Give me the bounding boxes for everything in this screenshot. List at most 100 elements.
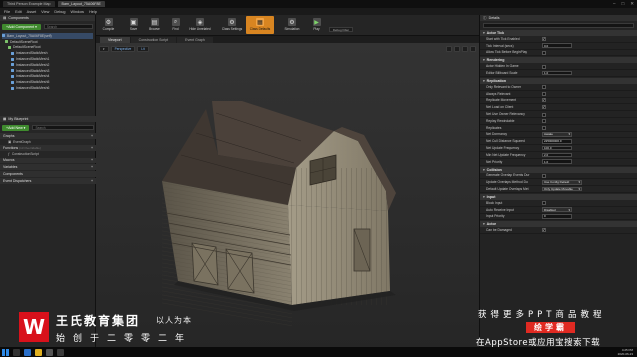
property-number-input[interactable]: 1.0 (542, 159, 572, 164)
property-number-input[interactable]: 100.0 (542, 145, 572, 151)
mesh-icon (11, 57, 14, 61)
translate-tool[interactable] (446, 46, 452, 52)
property-label: Default Update Overlaps Met (486, 187, 529, 192)
collapse-arrow-icon[interactable]: ▾ (483, 195, 485, 199)
lit-button[interactable]: Lit (137, 46, 149, 52)
property-checkbox[interactable]: ✓ (542, 228, 546, 233)
system-tray[interactable]: 4:25 PM 2020-06-23 (618, 348, 633, 356)
property-checkbox[interactable] (542, 201, 546, 206)
rotate-tool[interactable] (454, 46, 460, 52)
property-checkbox[interactable] (542, 112, 546, 117)
property-checkbox[interactable] (542, 126, 546, 131)
viewport-options-button[interactable]: ▾ (99, 46, 109, 52)
add-graph-icon[interactable]: + (91, 134, 93, 138)
property-checkbox[interactable]: ✓ (542, 98, 546, 103)
list-item-event-graph[interactable]: ▣ EventGraph (0, 139, 96, 145)
property-label: Net Cull Distance Squared (486, 139, 525, 144)
menu-debug[interactable]: Debug (54, 10, 65, 14)
save-icon: ▣ (129, 18, 138, 26)
simulation-icon: ⚙ (288, 18, 296, 26)
property-row: Replay Rewindable (480, 118, 637, 125)
menu-edit[interactable]: Edit (15, 10, 22, 14)
property-checkbox[interactable] (542, 85, 546, 90)
property-dropdown[interactable]: Only Update Movable ▾ (542, 186, 582, 192)
camera-speed[interactable] (470, 46, 476, 52)
section-variables[interactable]: Variables + (0, 164, 96, 171)
components-search-input[interactable]: Search (43, 24, 93, 29)
find-button[interactable]: ⌕ Find (165, 16, 186, 34)
add-new-button[interactable]: +Add New ▾ (2, 124, 30, 131)
edge-icon[interactable] (24, 348, 31, 356)
category-label: Collision (486, 167, 502, 172)
property-dropdown[interactable]: Awake ▾ (542, 132, 572, 137)
list-item-construction-script[interactable]: ƒ ConstructionScript (0, 151, 96, 157)
property-row: Replicates (480, 125, 637, 132)
property-value: Only Update Movable (544, 187, 573, 192)
store-icon[interactable] (46, 348, 53, 356)
my-blueprint-search-input[interactable]: Search (32, 125, 94, 130)
debug-filter-select[interactable]: Debug Filter (329, 27, 353, 32)
section-event-dispatchers[interactable]: Event Dispatchers + (0, 177, 96, 184)
browse-button[interactable]: ▤ Browse (144, 16, 165, 34)
save-button[interactable]: ▣ Save (123, 16, 144, 34)
tree-item-label: InstancedStaticMesh2 (16, 62, 50, 67)
property-number-input[interactable]: 1.0 (542, 70, 572, 76)
tree-item[interactable]: InstancedStaticMesh6 (2, 85, 93, 91)
class-settings-button[interactable]: ⚙ Class Settings (218, 16, 246, 34)
maximize-icon[interactable]: □ (622, 1, 625, 7)
property-number-input[interactable]: 225000000.0 (542, 138, 572, 144)
collapse-arrow-icon[interactable]: ▾ (483, 31, 485, 35)
scale-tool[interactable] (462, 46, 468, 52)
property-number-input[interactable]: 0 (542, 214, 572, 219)
property-checkbox[interactable] (542, 92, 546, 97)
section-macros[interactable]: Macros + (0, 157, 96, 164)
property-dropdown[interactable]: Use Config Default ▾ (542, 179, 582, 185)
menu-asset[interactable]: Asset (27, 10, 37, 14)
property-checkbox[interactable] (542, 50, 546, 55)
collapse-arrow-icon[interactable]: ▾ (483, 79, 485, 83)
simulation-button[interactable]: ⚙ Simulation (278, 16, 306, 34)
collapse-arrow-icon[interactable]: ▾ (483, 58, 485, 62)
collapse-arrow-icon[interactable]: ▾ (483, 222, 485, 226)
property-number-input[interactable]: 2.0 (542, 152, 572, 158)
property-dropdown[interactable]: Disabled ▾ (542, 207, 572, 212)
viewport[interactable]: ▾ Perspective Lit (96, 43, 479, 357)
minimize-icon[interactable]: – (613, 1, 616, 7)
add-macro-icon[interactable]: + (91, 158, 93, 162)
menu-help[interactable]: Help (89, 10, 97, 14)
menu-view[interactable]: View (41, 10, 49, 14)
property-row: Only Relevant to Owner (480, 84, 637, 91)
mesh-icon (11, 63, 14, 67)
close-icon[interactable]: ✕ (630, 1, 634, 7)
doc-tab-map[interactable]: Third Person Example Map (3, 1, 55, 7)
doc-tab-blueprint[interactable]: Barn_Layout_75A06F8E (57, 1, 105, 7)
perspective-button[interactable]: Perspective (110, 46, 136, 52)
property-checkbox[interactable] (542, 119, 546, 124)
hide-unrelated-button[interactable]: ◈ Hide Unrelated (186, 16, 214, 34)
search-icon[interactable] (13, 348, 20, 356)
chevron-down-icon: ▾ (568, 132, 570, 137)
menu-window[interactable]: Window (71, 10, 85, 14)
add-dispatcher-icon[interactable]: + (91, 179, 93, 183)
menu-file[interactable]: File (4, 10, 10, 14)
compile-button[interactable]: ⚙ Compile (98, 16, 119, 34)
button-label: Play (313, 27, 320, 31)
property-checkbox[interactable] (542, 64, 546, 69)
section-components[interactable]: Components (0, 171, 96, 177)
add-function-icon[interactable]: + (91, 146, 93, 150)
components-toolbar: +Add Component ▾ Search (2, 23, 93, 30)
add-variable-icon[interactable]: + (91, 165, 93, 169)
class-defaults-button[interactable]: ▦ Class Defaults (246, 16, 274, 34)
play-button[interactable]: ▶ Play (306, 16, 327, 34)
windows-start-icon[interactable] (2, 348, 9, 356)
details-search-input[interactable] (483, 23, 634, 28)
property-number-input[interactable]: 0.0 (542, 43, 572, 48)
property-row: Always Relevant (480, 91, 637, 98)
unreal-icon[interactable] (57, 348, 64, 356)
explorer-icon[interactable] (35, 348, 42, 356)
add-component-button[interactable]: +Add Component ▾ (2, 23, 41, 30)
property-checkbox[interactable]: ✓ (542, 36, 546, 41)
property-checkbox[interactable]: ✓ (542, 105, 546, 110)
property-checkbox[interactable] (542, 173, 546, 178)
collapse-arrow-icon[interactable]: ▾ (483, 168, 485, 172)
